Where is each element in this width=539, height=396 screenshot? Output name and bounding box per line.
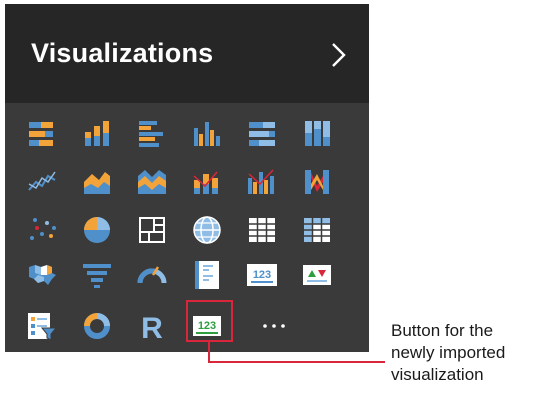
- callout-line-2: newly imported: [391, 343, 506, 362]
- callout-line-3: visualization: [391, 365, 484, 384]
- callout-highlight-box: [186, 300, 233, 342]
- callout-connector-line: [208, 341, 385, 363]
- callout-label: Button for the newly imported visualizat…: [391, 320, 539, 386]
- callout-line-1: Button for the: [391, 321, 494, 340]
